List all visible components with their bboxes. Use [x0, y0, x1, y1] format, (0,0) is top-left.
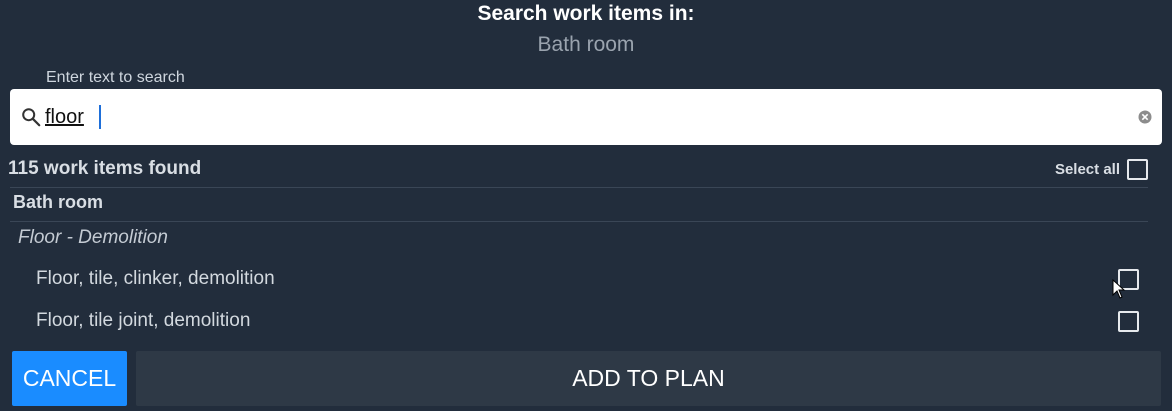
divider [10, 187, 1148, 188]
add-to-plan-button[interactable]: ADD TO PLAN [136, 351, 1161, 406]
group-title: Bath room [13, 192, 103, 212]
item-label: Floor, tile joint, demolition [36, 310, 251, 331]
text-caret [99, 105, 101, 129]
category-title: Floor - Demolition [18, 227, 168, 248]
search-input[interactable] [45, 102, 1125, 132]
search-icon [22, 108, 41, 127]
search-work-items-dialog: Search work items in: Bath room Enter te… [0, 0, 1172, 411]
search-label: Enter text to search [46, 69, 185, 86]
list-item[interactable]: Floor, tile, clinker, demolition [0, 263, 1172, 297]
search-box[interactable] [10, 89, 1162, 145]
mouse-cursor-icon [1112, 279, 1126, 299]
clear-icon[interactable] [1138, 110, 1152, 124]
results-header: 115 work items found Select all [0, 157, 1172, 185]
select-all-label[interactable]: Select all [1055, 161, 1120, 178]
dialog-subtitle: Bath room [537, 33, 635, 56]
dialog-title: Search work items in: [477, 2, 695, 25]
list-item[interactable]: Floor, tile joint, demolition [0, 305, 1172, 339]
item-checkbox[interactable] [1118, 311, 1139, 332]
item-label: Floor, tile, clinker, demolition [36, 268, 275, 289]
results-count: 115 work items found [8, 158, 202, 179]
divider [10, 221, 1148, 222]
cancel-button[interactable]: CANCEL [12, 351, 127, 406]
select-all-checkbox[interactable] [1127, 159, 1148, 180]
